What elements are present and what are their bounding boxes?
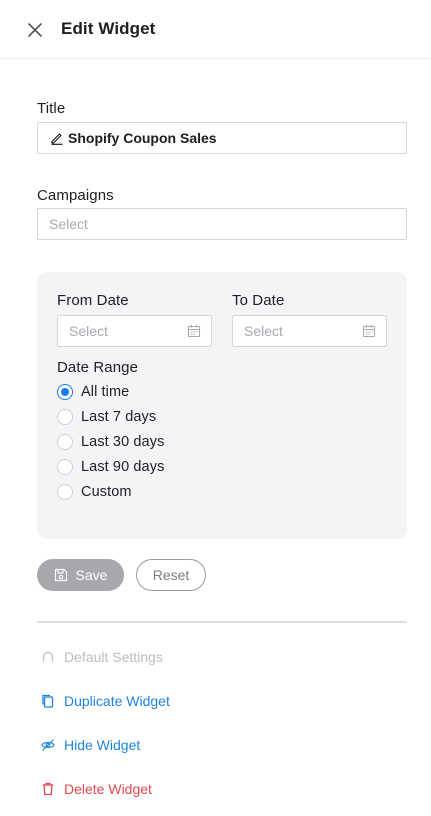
from-date-label: From Date bbox=[57, 292, 129, 309]
divider bbox=[37, 621, 407, 623]
save-label: Save bbox=[75, 567, 108, 583]
reset-button[interactable]: Reset bbox=[136, 559, 206, 591]
title-value: Shopify Coupon Sales bbox=[68, 130, 217, 146]
to-date-placeholder: Select bbox=[244, 323, 283, 339]
title-label: Title bbox=[37, 100, 66, 117]
campaigns-label: Campaigns bbox=[37, 187, 114, 204]
date-panel: From Date Select To Date Select Date Ran… bbox=[37, 272, 407, 539]
radio-last-90-days[interactable]: Last 90 days bbox=[57, 459, 164, 475]
radio-label: All time bbox=[81, 384, 130, 400]
radio-label: Last 30 days bbox=[81, 434, 165, 450]
to-date-field[interactable]: Select bbox=[232, 315, 387, 347]
save-button[interactable]: Save bbox=[37, 559, 124, 591]
save-icon bbox=[54, 568, 68, 582]
delete-widget-label: Delete Widget bbox=[64, 781, 152, 797]
header: Edit Widget bbox=[0, 0, 431, 59]
from-date-placeholder: Select bbox=[69, 323, 108, 339]
reset-settings-icon bbox=[41, 650, 55, 664]
to-date-label: To Date bbox=[232, 292, 285, 309]
radio-button[interactable] bbox=[57, 409, 73, 425]
radio-label: Custom bbox=[81, 484, 132, 500]
eye-off-icon bbox=[41, 738, 55, 752]
page-title: Edit Widget bbox=[61, 19, 156, 38]
radio-last-30-days[interactable]: Last 30 days bbox=[57, 434, 164, 450]
radio-label: Last 90 days bbox=[81, 459, 165, 475]
pencil-icon bbox=[50, 131, 64, 145]
radio-button[interactable] bbox=[57, 384, 73, 400]
from-date-field[interactable]: Select bbox=[57, 315, 212, 347]
copy-icon bbox=[41, 694, 55, 708]
hide-widget-label: Hide Widget bbox=[64, 737, 141, 753]
close-icon bbox=[28, 23, 42, 37]
date-range-label: Date Range bbox=[57, 359, 139, 376]
hide-widget-action[interactable]: Hide Widget bbox=[41, 737, 140, 753]
delete-widget-action[interactable]: Delete Widget bbox=[41, 781, 152, 797]
default-settings-label: Default Settings bbox=[64, 649, 163, 665]
radio-button[interactable] bbox=[57, 434, 73, 450]
radio-label: Last 7 days bbox=[81, 409, 157, 425]
calendar-icon bbox=[362, 324, 376, 338]
radio-all-time[interactable]: All time bbox=[57, 384, 129, 400]
radio-custom[interactable]: Custom bbox=[57, 484, 132, 500]
default-settings-action[interactable]: Default Settings bbox=[41, 649, 163, 665]
duplicate-widget-action[interactable]: Duplicate Widget bbox=[41, 693, 170, 709]
campaigns-select[interactable]: Select bbox=[37, 208, 407, 240]
calendar-icon bbox=[187, 324, 201, 338]
radio-last-7-days[interactable]: Last 7 days bbox=[57, 409, 156, 425]
reset-label: Reset bbox=[152, 567, 190, 583]
radio-button[interactable] bbox=[57, 459, 73, 475]
campaigns-placeholder: Select bbox=[49, 216, 88, 232]
trash-icon bbox=[41, 782, 55, 796]
duplicate-widget-label: Duplicate Widget bbox=[64, 693, 170, 709]
title-field[interactable]: Shopify Coupon Sales bbox=[37, 122, 407, 154]
radio-button[interactable] bbox=[57, 484, 73, 500]
close-button[interactable] bbox=[24, 19, 46, 41]
